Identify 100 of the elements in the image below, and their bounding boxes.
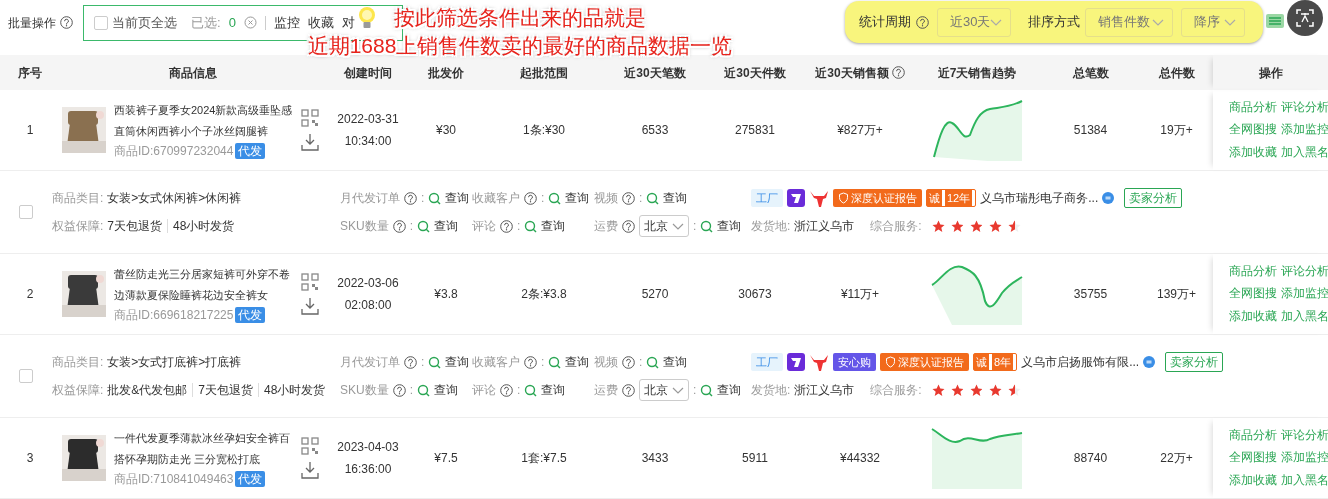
period-select[interactable]: 近30天 <box>937 7 1011 37</box>
action-link[interactable]: 加入黑名 <box>1281 307 1328 325</box>
action-link[interactable]: 添加监控 <box>1281 285 1328 303</box>
list-icon[interactable] <box>1266 13 1284 29</box>
query-label: 评论 <box>472 218 496 235</box>
help-icon[interactable] <box>622 191 635 205</box>
star-icon <box>1007 383 1021 397</box>
help-icon[interactable] <box>404 355 417 369</box>
translate-icon[interactable] <box>1287 0 1323 36</box>
checkbox[interactable] <box>19 205 33 219</box>
table-cell-text: ¥11万+ <box>840 286 880 303</box>
city-select[interactable]: 北京 <box>639 215 689 237</box>
toolbar-link[interactable]: 对 <box>341 12 355 33</box>
checkbox[interactable] <box>19 369 33 383</box>
action-link[interactable]: 添加监控 <box>1281 121 1328 139</box>
chevron-down-icon <box>672 222 684 230</box>
query-link[interactable]: 查询 <box>717 381 742 399</box>
action-link[interactable]: 全网图搜 <box>1229 449 1277 467</box>
action-link[interactable]: 加入黑名 <box>1281 143 1328 161</box>
query-link[interactable]: 查询 <box>434 217 459 235</box>
query-label: 视频 <box>594 190 618 207</box>
selected-count: 0 <box>228 13 236 32</box>
query-link[interactable]: 查询 <box>541 381 566 399</box>
product-id: 商品ID:669618217225 <box>114 308 234 322</box>
product-title[interactable]: 一件代发夏季薄款冰丝孕妇安全裤百搭怀孕期防走光 三分宽松打底 <box>114 428 296 470</box>
guarantee-item: 7天包退货 <box>107 218 163 235</box>
help-icon[interactable] <box>500 219 513 233</box>
colon-label: : <box>421 190 425 207</box>
action-link[interactable]: 评论分析 <box>1281 427 1328 445</box>
clear-icon[interactable] <box>243 16 257 29</box>
ship-from-label: 发货地: <box>751 382 791 399</box>
toolbar-link[interactable]: 监控 <box>273 12 300 33</box>
action-link[interactable]: 评论分析 <box>1281 263 1328 281</box>
shop-name[interactable]: 义乌市启扬服饰有限... <box>1021 353 1140 371</box>
help-icon[interactable] <box>916 15 929 29</box>
help-icon[interactable] <box>404 191 417 205</box>
query-label: SKU数量 <box>340 218 389 235</box>
action-link[interactable]: 评论分析 <box>1281 99 1328 117</box>
years-badge: 诚 12年 <box>926 189 977 207</box>
query-label: 运费 <box>594 382 618 399</box>
qr-code-icon[interactable] <box>301 273 319 291</box>
query-link[interactable]: 查询 <box>565 353 590 371</box>
table-cell-text: 2条:¥3.8 <box>521 286 567 303</box>
download-icon[interactable] <box>301 461 319 479</box>
city-select[interactable]: 北京 <box>639 379 689 401</box>
action-link[interactable]: 添加收藏 <box>1229 143 1277 161</box>
help-icon[interactable] <box>622 355 635 369</box>
ship-from-label: 发货地: <box>751 218 791 235</box>
certification-badge: 深度认证报告 <box>833 189 922 207</box>
sort-order-select[interactable]: 降序 <box>1181 7 1245 37</box>
search-icon <box>646 355 660 369</box>
help-icon[interactable] <box>500 383 513 397</box>
action-link[interactable]: 商品分析 <box>1229 99 1277 117</box>
help-icon[interactable] <box>524 191 537 205</box>
help-icon[interactable] <box>622 383 635 397</box>
qr-code-icon[interactable] <box>301 437 319 455</box>
seller-analysis-button[interactable]: 卖家分析 <box>1165 352 1224 372</box>
column-header: 近30天件数 <box>724 64 786 82</box>
sort-field-select[interactable]: 销售件数 <box>1085 7 1173 37</box>
action-link[interactable]: 添加收藏 <box>1229 307 1277 325</box>
star-icon <box>988 383 1002 397</box>
shop-name[interactable]: 义乌市瑞彤电子商务... <box>980 189 1099 207</box>
action-link[interactable]: 加入黑名 <box>1281 471 1328 489</box>
seller-analysis-button[interactable]: 卖家分析 <box>1124 188 1183 208</box>
qr-code-icon[interactable] <box>301 109 319 127</box>
query-link[interactable]: 查询 <box>565 189 590 207</box>
help-icon[interactable] <box>392 383 406 397</box>
column-header: 总笔数 <box>1072 64 1109 82</box>
query-link[interactable]: 查询 <box>541 217 566 235</box>
query-link[interactable]: 查询 <box>717 217 742 235</box>
help-icon[interactable] <box>891 66 905 79</box>
help-icon[interactable] <box>60 16 73 29</box>
shield-icon <box>885 356 896 368</box>
column-header: 商品信息 <box>168 64 217 82</box>
action-link[interactable]: 添加监控 <box>1281 449 1328 467</box>
created-time: 16:36:00 <box>344 461 392 478</box>
table-cell-text: 6533 <box>641 122 669 139</box>
query-link[interactable]: 查询 <box>663 189 688 207</box>
chevron-down-icon <box>1152 18 1164 26</box>
action-link[interactable]: 添加收藏 <box>1229 471 1277 489</box>
checkbox[interactable] <box>94 15 108 30</box>
download-icon[interactable] <box>301 297 319 315</box>
toolbar-link[interactable]: 收藏 <box>307 12 334 33</box>
action-link[interactable]: 商品分析 <box>1229 427 1277 445</box>
query-link[interactable]: 查询 <box>663 353 688 371</box>
action-link[interactable]: 全网图搜 <box>1229 285 1277 303</box>
query-link[interactable]: 查询 <box>445 189 470 207</box>
action-link[interactable]: 全网图搜 <box>1229 121 1277 139</box>
help-icon[interactable] <box>622 219 635 233</box>
query-link[interactable]: 查询 <box>434 381 459 399</box>
selected-label: 已选: <box>191 13 221 32</box>
product-title[interactable]: 蕾丝防走光三分居家短裤可外穿不卷边薄款夏保险睡裤花边安全裤女 <box>114 264 296 306</box>
action-link[interactable]: 商品分析 <box>1229 263 1277 281</box>
product-title[interactable]: 西装裤子夏季女2024新款高级垂坠感直筒休闲西裤小个子冰丝阔腿裤 <box>114 100 296 142</box>
help-icon[interactable] <box>392 219 406 233</box>
help-icon[interactable] <box>524 355 537 369</box>
sort-label: 排序方式 <box>1028 13 1080 32</box>
star-icon <box>1007 219 1021 233</box>
download-icon[interactable] <box>301 133 319 151</box>
query-link[interactable]: 查询 <box>445 353 470 371</box>
